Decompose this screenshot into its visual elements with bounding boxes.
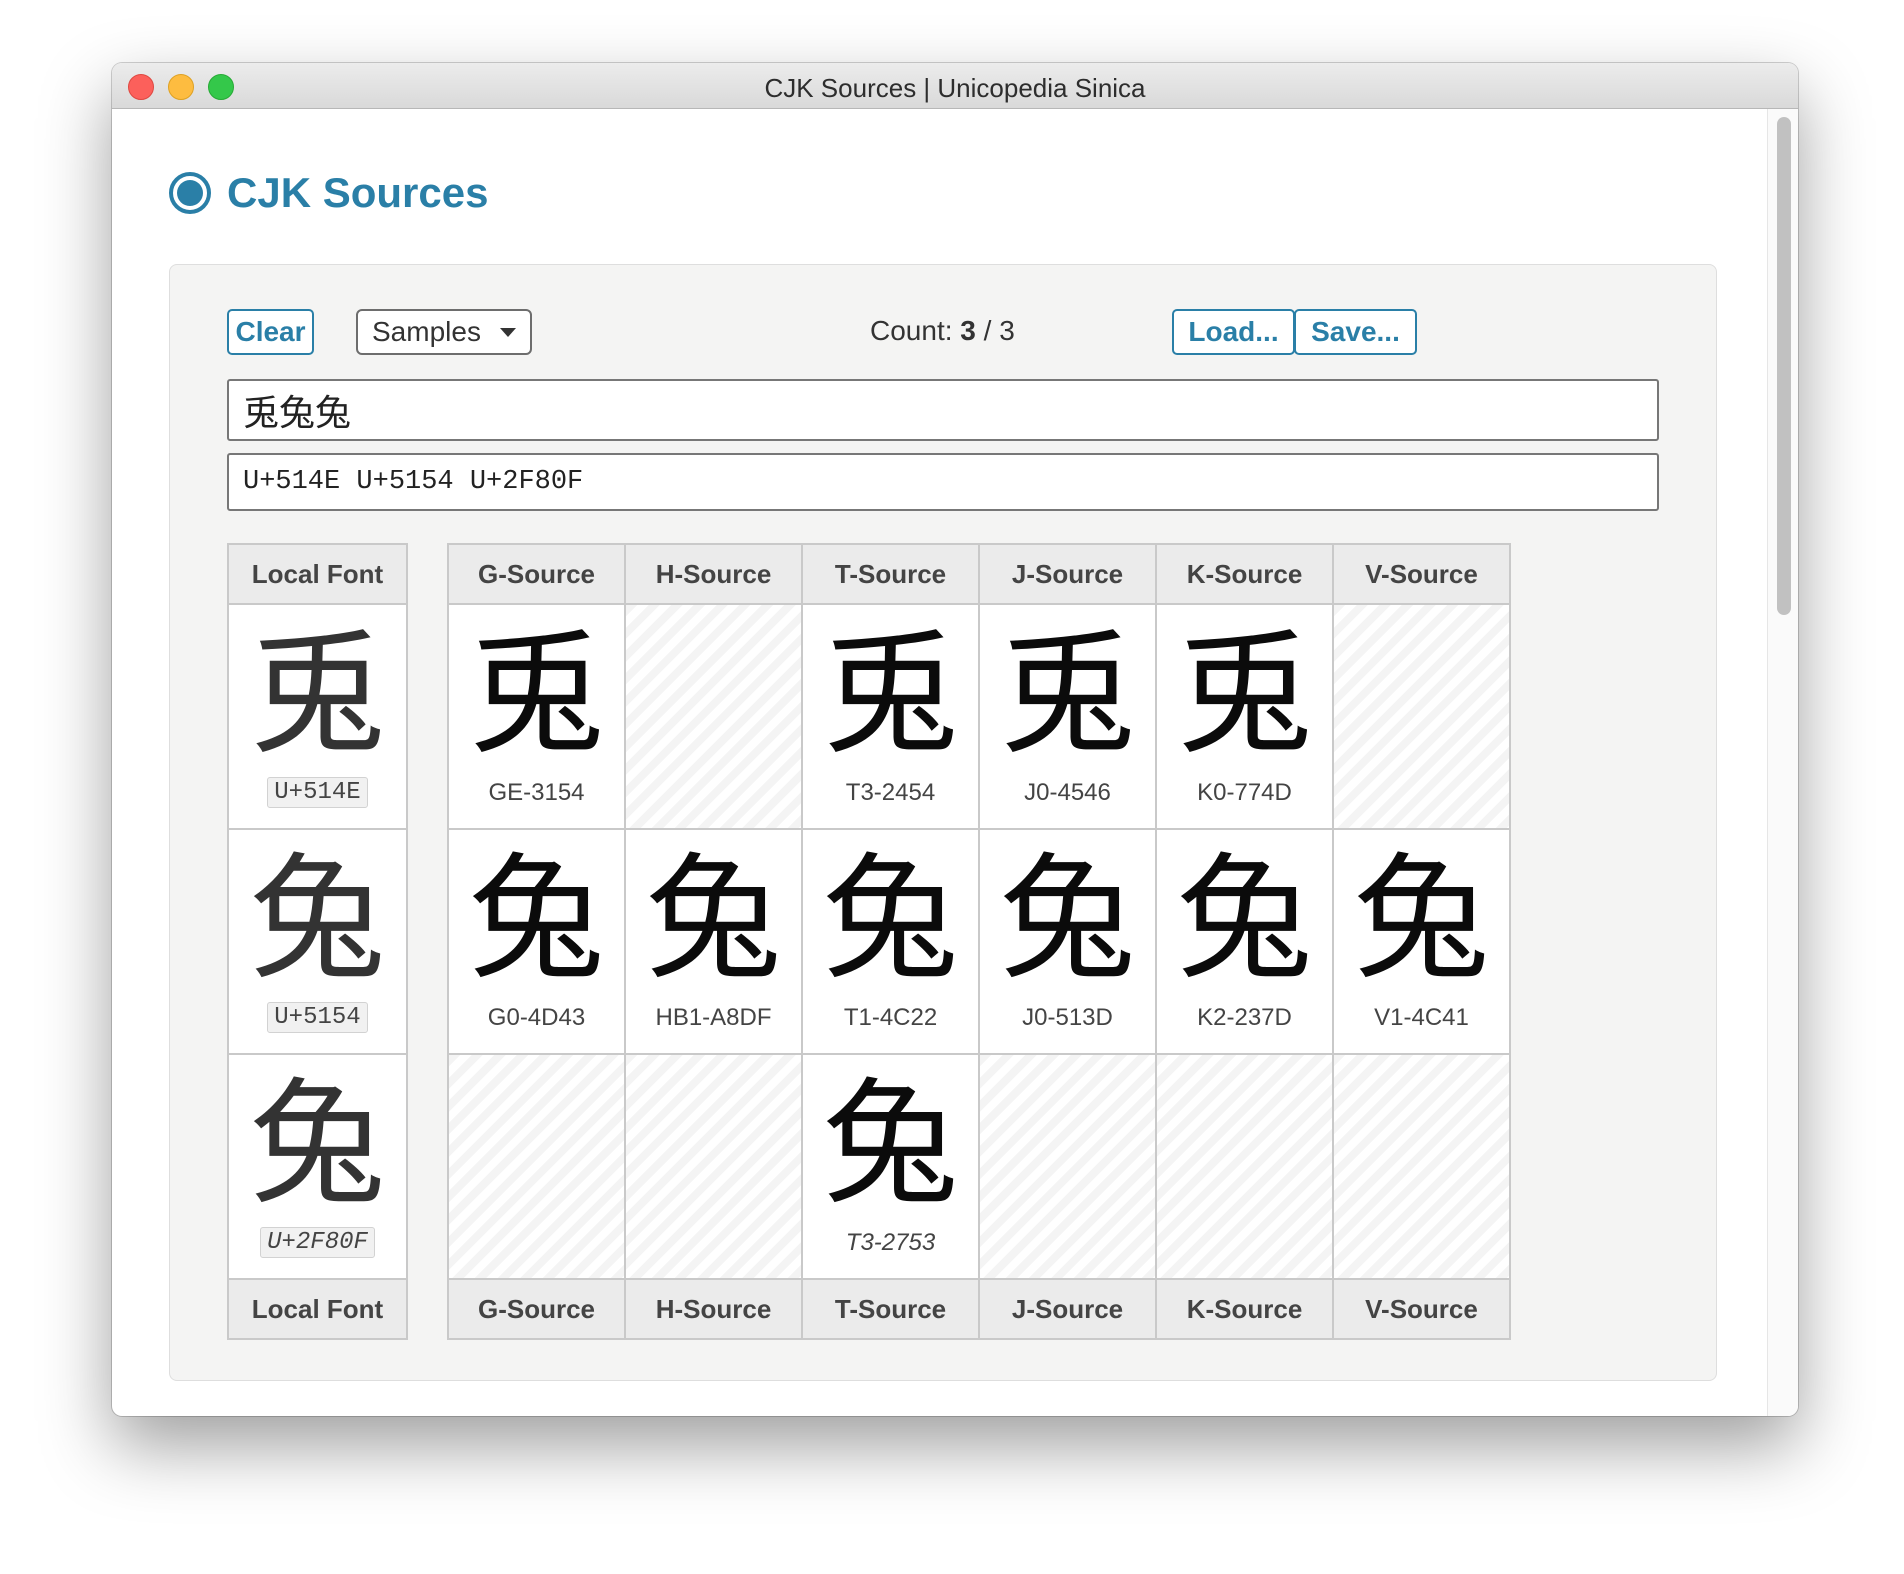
local-row: 兎 U+514E <box>227 603 408 830</box>
source-glyph-cell: 兎 J0-4546 <box>978 603 1157 830</box>
radio-button-icon <box>169 172 211 214</box>
load-button[interactable]: Load... <box>1172 309 1295 355</box>
source-glyph-cell: 兔 J0-513D <box>978 828 1157 1055</box>
empty-source-cell <box>1332 1053 1511 1280</box>
source-footer-2: T-Source <box>801 1278 980 1340</box>
source-reference-label: T1-4C22 <box>843 1004 938 1031</box>
source-reference-label: GE-3154 <box>488 779 585 806</box>
samples-menu-label: Samples <box>372 316 481 347</box>
page-title: CJK Sources <box>227 169 489 216</box>
source-glyph-cell: 兔 T3-2753 <box>801 1053 980 1280</box>
local-glyph: 兔 <box>249 1066 386 1224</box>
source-glyph-cell: 兎 K0-774D <box>1155 603 1334 830</box>
source-header-3: J-Source <box>978 543 1157 605</box>
codepoint-link[interactable]: U+5154 <box>267 1002 368 1033</box>
count-display: Count: 3 / 3 <box>870 315 1130 347</box>
empty-source-cell <box>624 1053 803 1280</box>
local-font-cell: 兔 U+2F80F <box>227 1053 408 1280</box>
source-glyph: 兎 <box>999 616 1136 774</box>
source-row: 兎 GE-3154 兎 T3-2454 兎 J0-4546 兎 K0-774D <box>447 603 1511 830</box>
source-row: 兔 T3-2753 <box>447 1053 1511 1280</box>
local-glyph: 兔 <box>249 841 386 999</box>
local-row: 兔 U+2F80F <box>227 1053 408 1280</box>
local-glyph: 兎 <box>249 616 386 774</box>
source-glyph: 兎 <box>822 616 959 774</box>
scrollbar-thumb[interactable] <box>1777 117 1791 615</box>
source-reference-label: J0-513D <box>1022 1004 1113 1031</box>
count-total: 3 <box>999 315 1015 346</box>
source-header-0: G-Source <box>447 543 626 605</box>
local-font-cell: 兔 U+5154 <box>227 828 408 1055</box>
source-glyph-cell: 兔 HB1-A8DF <box>624 828 803 1055</box>
empty-source-cell <box>447 1053 626 1280</box>
codepoint-link[interactable]: U+2F80F <box>260 1227 375 1258</box>
source-glyph: 兔 <box>822 841 959 999</box>
source-glyph: 兔 <box>999 841 1136 999</box>
source-header-4: K-Source <box>1155 543 1334 605</box>
count-label: Count: <box>870 315 953 346</box>
source-footer-5: V-Source <box>1332 1278 1511 1340</box>
source-reference-label: T3-2753 <box>845 1229 936 1256</box>
source-reference-label: K0-774D <box>1197 779 1292 806</box>
sources-panel: Clear Samples Count: 3 / 3 Load... Save.… <box>169 264 1717 1381</box>
source-glyph-cell: 兎 T3-2454 <box>801 603 980 830</box>
empty-source-cell <box>1155 1053 1334 1280</box>
source-glyph: 兔 <box>1353 841 1490 999</box>
source-header-5: V-Source <box>1332 543 1511 605</box>
source-footer-0: G-Source <box>447 1278 626 1340</box>
empty-source-cell <box>624 603 803 830</box>
source-header-1: H-Source <box>624 543 803 605</box>
source-footer-4: K-Source <box>1155 1278 1334 1340</box>
source-reference-label: G0-4D43 <box>487 1004 586 1031</box>
count-current: 3 <box>960 315 976 346</box>
source-header-2: T-Source <box>801 543 980 605</box>
save-button[interactable]: Save... <box>1294 309 1417 355</box>
source-glyph-cell: 兎 GE-3154 <box>447 603 626 830</box>
source-glyph: 兔 <box>1176 841 1313 999</box>
codepoint-link[interactable]: U+514E <box>267 777 368 808</box>
source-glyph: 兔 <box>468 841 605 999</box>
source-reference-label: HB1-A8DF <box>655 1004 772 1031</box>
source-glyph-cell: 兔 T1-4C22 <box>801 828 980 1055</box>
sources-table: G-Source H-Source T-Source J-Source K-Source… <box>447 543 1511 1340</box>
source-reference-label: J0-4546 <box>1024 779 1111 806</box>
app-window: CJK Sources | Unicopedia Sinica CJK Sour… <box>112 63 1798 1416</box>
source-row: 兔 G0-4D43 兔 HB1-A8DF 兔 T1-4C22 兔 J0-513D 兔 K2-237… <box>447 828 1511 1055</box>
local-font-header: Local Font <box>227 543 408 605</box>
source-glyph-cell: 兔 G0-4D43 <box>447 828 626 1055</box>
source-glyph-cell: 兔 K2-237D <box>1155 828 1334 1055</box>
empty-source-cell <box>978 1053 1157 1280</box>
local-font-footer: Local Font <box>227 1278 408 1340</box>
window-title: CJK Sources | Unicopedia Sinica <box>764 73 1146 103</box>
source-reference-label: K2-237D <box>1197 1004 1292 1031</box>
source-glyph-cell: 兔 V1-4C41 <box>1332 828 1511 1055</box>
source-reference-label: V1-4C41 <box>1374 1004 1469 1031</box>
caret-down-icon <box>500 328 516 337</box>
count-separator: / <box>983 315 992 346</box>
samples-menu[interactable]: Samples <box>356 309 532 355</box>
source-glyph: 兔 <box>645 841 782 999</box>
source-glyph: 兎 <box>1176 616 1313 774</box>
source-footer-1: H-Source <box>624 1278 803 1340</box>
source-footer-3: J-Source <box>978 1278 1157 1340</box>
title-bar: CJK Sources | Unicopedia Sinica <box>112 63 1798 109</box>
codepoints-input[interactable]: U+514E U+5154 U+2F80F <box>227 453 1659 511</box>
source-reference-label: T3-2454 <box>845 779 936 806</box>
page-heading: CJK Sources <box>169 163 488 223</box>
source-glyph: 兔 <box>822 1066 959 1224</box>
clear-button[interactable]: Clear <box>227 309 314 355</box>
empty-source-cell <box>1332 603 1511 830</box>
local-row: 兔 U+5154 <box>227 828 408 1055</box>
characters-input[interactable]: 兎兔兔 <box>227 379 1659 441</box>
vertical-scrollbar[interactable] <box>1767 109 1798 1416</box>
source-glyph: 兎 <box>468 616 605 774</box>
local-font-table: Local Font 兎 U+514E 兔 U+5154 兔 U+2F80F Local … <box>227 543 408 1340</box>
local-font-cell: 兎 U+514E <box>227 603 408 830</box>
